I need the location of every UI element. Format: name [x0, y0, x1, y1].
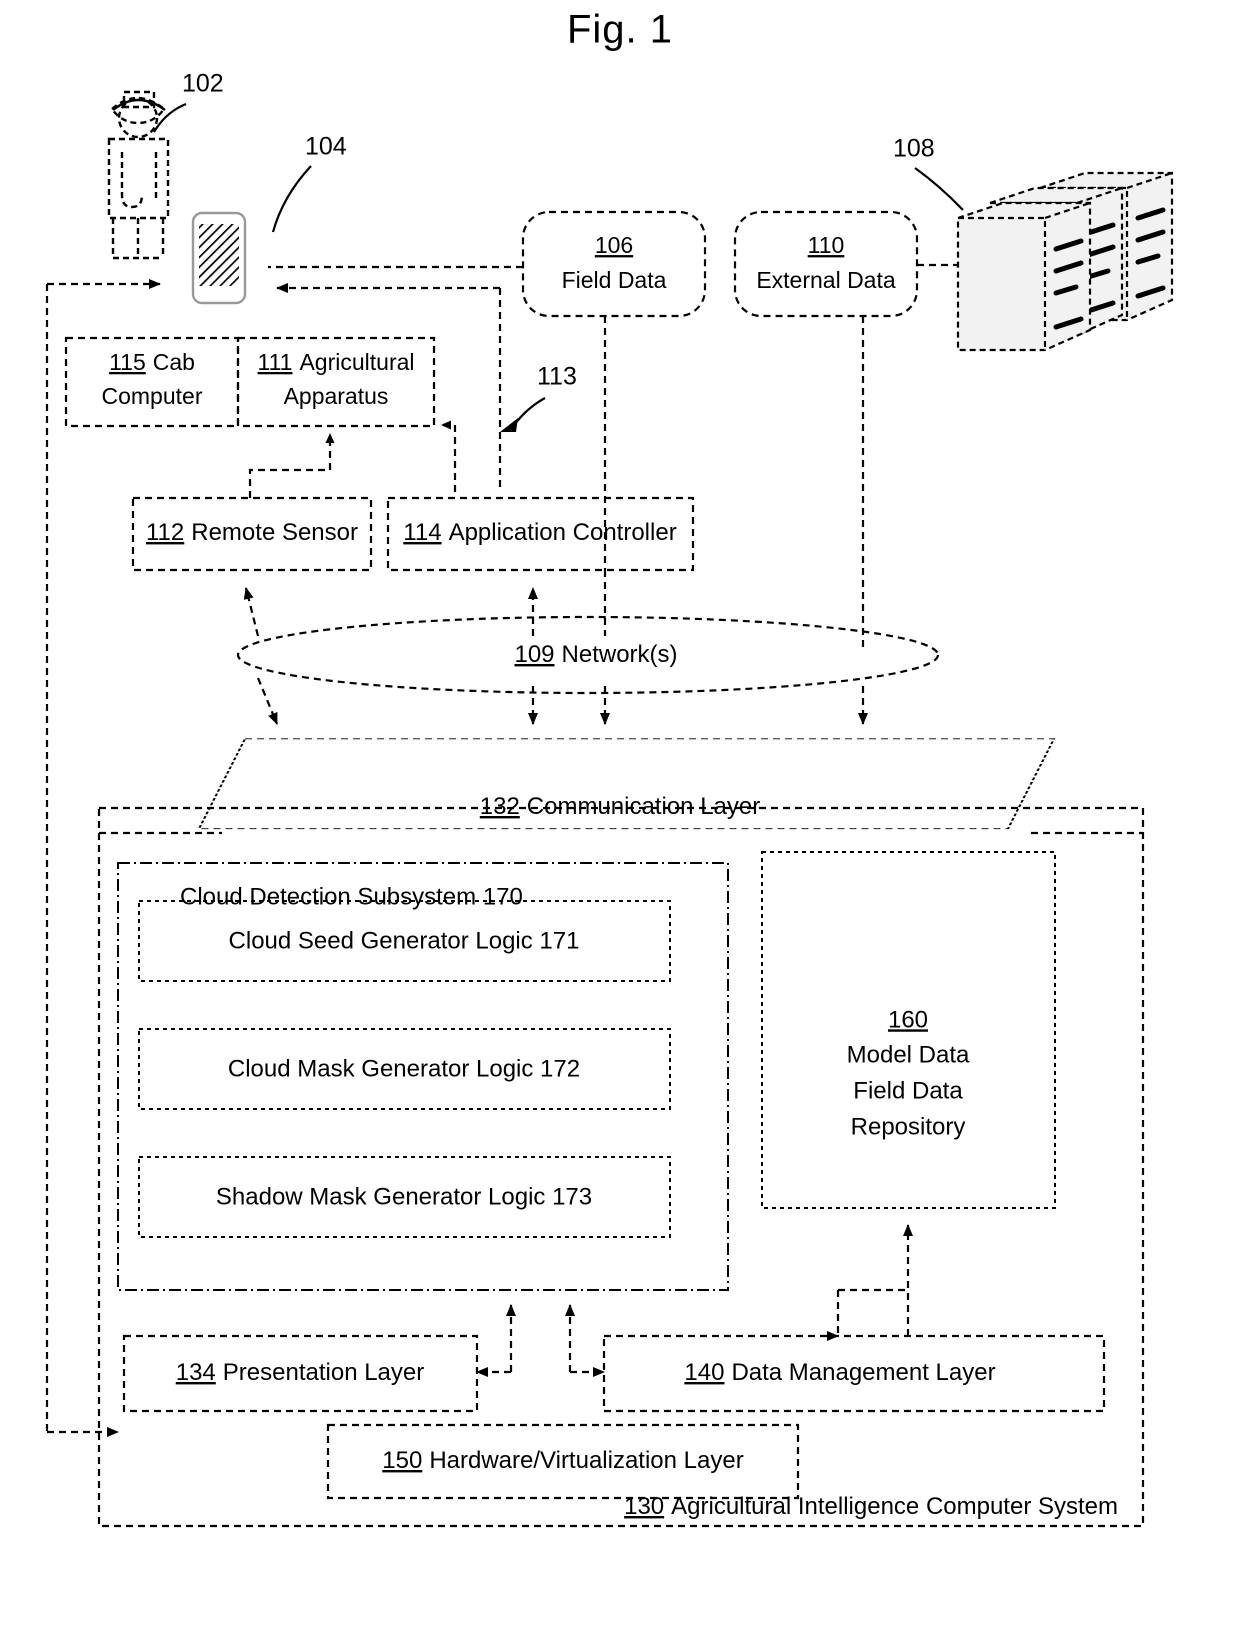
- cloud-seed-generator-logic-box: Cloud Seed Generator Logic 171: [138, 900, 671, 982]
- application-controller-node: 114 Application Controller: [386, 496, 695, 572]
- cab-computer-node: 115 Cab Computer: [64, 336, 240, 428]
- mobile-device-icon: [191, 211, 247, 305]
- svg-text:111Agricultural: 111 Agricultural: [257, 349, 414, 375]
- patent-figure: Fig. 1 102 104 106 Field Data 110 Extern…: [0, 0, 1240, 1642]
- network-node: 109 Network(s): [236, 615, 940, 695]
- agricultural-apparatus-label: Agricultural: [299, 349, 414, 375]
- agricultural-apparatus-node: 111 Agricultural Apparatus: [236, 336, 436, 428]
- callout-108: 108: [893, 135, 935, 163]
- cab-computer-label2: Computer: [102, 383, 203, 409]
- callout-104: 104: [305, 133, 347, 161]
- data-management-layer-label: Data Management Layer: [731, 1359, 995, 1386]
- network-label: Network(s): [562, 641, 678, 668]
- hardware-virtualization-layer-ref: 150: [382, 1447, 422, 1474]
- person-icon: [107, 90, 170, 260]
- server-stack-icon: [956, 171, 1174, 352]
- application-controller-label: Application Controller: [449, 519, 677, 546]
- remote-sensor-ref: 112: [146, 519, 184, 546]
- repository-line3: Repository: [851, 1113, 966, 1140]
- remote-sensor-node: 112 Remote Sensor: [131, 496, 373, 572]
- external-data-ref: 110: [808, 232, 845, 258]
- repository-line2: Field Data: [853, 1077, 963, 1104]
- data-management-layer-ref: 140: [684, 1359, 724, 1386]
- field-data-ref: 106: [595, 232, 633, 258]
- repository-ref: 160: [888, 1006, 928, 1033]
- agricultural-apparatus-label2: Apparatus: [284, 383, 389, 409]
- communication-layer-node: 132 Communication Layer: [197, 738, 1056, 830]
- shadow-mask-generator-logic-box: Shadow Mask Generator Logic 173: [138, 1156, 671, 1238]
- external-data-node: 110 External Data: [733, 210, 919, 318]
- model-field-data-repository-box: 160 Model Data Field Data Repository: [761, 851, 1056, 1209]
- svg-text:114Application Controller: 114 Application Controller: [403, 519, 676, 546]
- data-management-layer-node: 140 Data Management Layer: [602, 1334, 1106, 1413]
- svg-text:134Presentation Layer: 134 Presentation Layer: [176, 1359, 425, 1386]
- svg-text:132Communication Layer: 132 Communication Layer: [480, 793, 760, 820]
- shadow-mask-generator-logic-label: Shadow Mask Generator Logic 173: [216, 1183, 592, 1210]
- external-data-label: External Data: [756, 267, 896, 293]
- field-data-label: Field Data: [562, 267, 667, 293]
- svg-text:112Remote Sensor: 112 Remote Sensor: [146, 519, 358, 546]
- agricultural-apparatus-ref: 111: [257, 349, 292, 375]
- application-controller-ref: 114: [403, 519, 441, 546]
- callout-113: 113: [537, 363, 577, 391]
- cloud-mask-generator-logic-box: Cloud Mask Generator Logic 172: [138, 1028, 671, 1110]
- communication-layer-ref: 132: [480, 793, 520, 820]
- remote-sensor-label: Remote Sensor: [191, 519, 358, 546]
- cab-computer-ref: 115: [109, 349, 146, 375]
- svg-text:140Data Management Layer: 140 Data Management Layer: [684, 1359, 995, 1386]
- presentation-layer-ref: 134: [176, 1359, 216, 1386]
- agricultural-intelligence-computer-system-box: 130 Agricultural Intelligence Computer Sy…: [97, 806, 1145, 1528]
- cloud-seed-generator-logic-label: Cloud Seed Generator Logic 171: [229, 927, 580, 954]
- network-ref: 109: [514, 641, 554, 668]
- cloud-mask-generator-logic-label: Cloud Mask Generator Logic 172: [228, 1055, 580, 1082]
- svg-text:109Network(s): 109 Network(s): [514, 641, 677, 668]
- communication-layer-label: Communication Layer: [527, 793, 760, 820]
- repository-line1: Model Data: [847, 1041, 970, 1068]
- svg-text:150Hardware/Virtualization La: 150 Hardware/Virtualization Layer: [382, 1447, 743, 1474]
- cloud-detection-subsystem-label: Cloud Detection Subsystem 170: [180, 883, 523, 910]
- svg-text:115Cab: 115 Cab: [109, 349, 195, 375]
- callout-102: 102: [182, 70, 224, 98]
- figure-title: Fig. 1: [567, 8, 673, 52]
- cab-computer-label: Cab: [153, 349, 195, 375]
- hardware-virtualization-layer-label: Hardware/Virtualization Layer: [429, 1447, 743, 1474]
- field-data-node: 106 Field Data: [521, 210, 707, 318]
- hardware-virtualization-layer-node: 150 Hardware/Virtualization Layer: [326, 1423, 800, 1500]
- presentation-layer-node: 134 Presentation Layer: [122, 1334, 479, 1413]
- presentation-layer-label: Presentation Layer: [223, 1359, 424, 1386]
